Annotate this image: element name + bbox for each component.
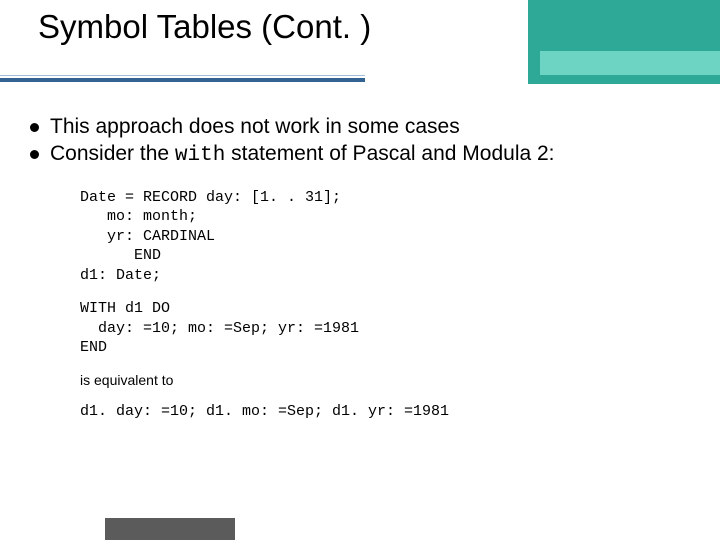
code-block-expanded: d1. day: =10; d1. mo: =Sep; d1. yr: =198… [80,402,690,422]
bullet-item: Consider the with statement of Pascal an… [28,141,690,170]
code-block-record: Date = RECORD day: [1. . 31]; mo: month;… [80,188,690,286]
bullet-item: This approach does not work in some case… [28,114,690,141]
decorative-footer-block [105,518,235,540]
title-rule-thick [0,78,365,82]
slide-body: This approach does not work in some case… [0,86,720,421]
bullet-text-post: statement of Pascal and Modula 2: [225,142,554,165]
title-area: Symbol Tables (Cont. ) [0,0,720,86]
code-block-with: WITH d1 DO day: =10; mo: =Sep; yr: =1981… [80,299,690,358]
bullet-text-pre: Consider the [50,142,175,165]
bullet-text-code: with [175,144,225,167]
bullet-text: This approach does not work in some case… [50,115,460,138]
page-title: Symbol Tables (Cont. ) [38,8,371,45]
equivalence-note: is equivalent to [80,372,690,388]
bullet-list: This approach does not work in some case… [28,114,690,170]
title-rule-thin [0,75,365,76]
